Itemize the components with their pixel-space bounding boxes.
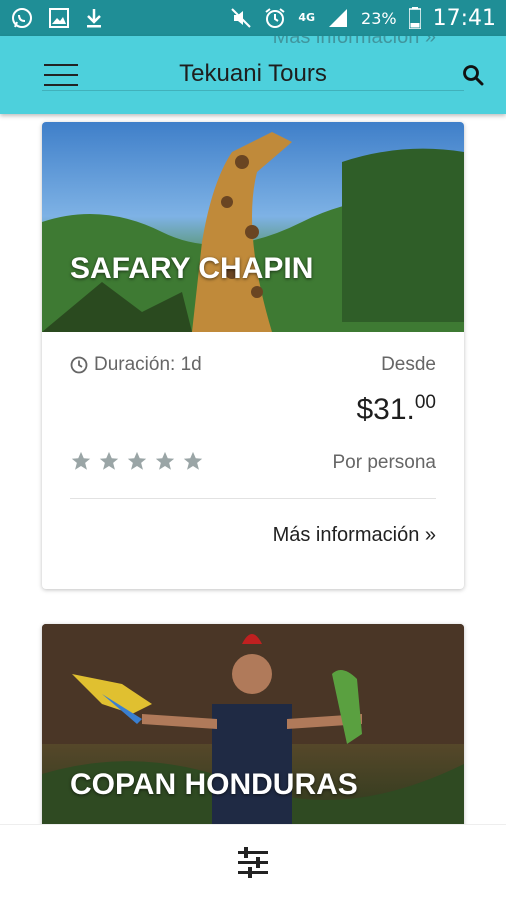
bottom-bar — [0, 824, 506, 901]
tour-name: SAFARY CHAPIN — [70, 252, 314, 285]
battery-icon — [408, 7, 421, 29]
search-icon[interactable] — [462, 64, 484, 86]
star-icon — [155, 451, 175, 470]
per-person-label: Por persona — [332, 452, 436, 473]
signal-icon — [329, 9, 348, 27]
mute-icon — [231, 8, 252, 28]
whatsapp-icon — [12, 8, 32, 28]
status-bar: 4G 23% 17:41 — [0, 0, 506, 36]
tour-image[interactable]: COPAN HONDURAS — [42, 624, 464, 824]
alarm-icon — [265, 8, 285, 28]
filter-sliders-icon[interactable] — [236, 847, 270, 879]
battery-percent: 23% — [361, 8, 397, 28]
duration-label: Duración: 1d — [94, 354, 202, 375]
tour-duration: Duración: 1d — [70, 354, 202, 376]
tour-card[interactable]: COPAN HONDURAS — [42, 624, 464, 824]
tour-card[interactable]: SAFARY CHAPIN Duración: 1d Desde $31.00 — [42, 122, 464, 589]
gallery-icon — [49, 8, 69, 28]
status-left-icons — [10, 0, 104, 36]
download-icon — [87, 9, 101, 28]
clock-icon — [70, 356, 88, 374]
tour-name: COPAN HONDURAS — [70, 768, 358, 801]
star-icon — [183, 451, 203, 470]
page-title: Tekuani Tours — [179, 60, 327, 87]
star-icon — [71, 451, 91, 470]
clock-time: 17:41 — [432, 5, 496, 31]
price-main: $31. — [356, 393, 415, 426]
price-from-label: Desde — [381, 354, 436, 375]
card-divider — [70, 498, 436, 499]
star-icon — [99, 451, 119, 470]
network-type-label: 4G — [298, 11, 316, 24]
more-info-link[interactable]: Más información » — [273, 524, 436, 547]
star-icon — [127, 451, 147, 470]
app-bar: Más información » Tekuani Tours — [0, 36, 506, 114]
tour-list[interactable]: SAFARY CHAPIN Duración: 1d Desde $31.00 — [0, 114, 506, 824]
tour-image[interactable]: SAFARY CHAPIN — [42, 122, 464, 332]
safari-photo — [42, 132, 464, 332]
rating-stars — [70, 450, 204, 472]
ghost-more-info-link: Más información » — [272, 36, 436, 48]
status-right-icons: 4G 23% 17:41 — [230, 0, 496, 36]
price-cents: 00 — [414, 392, 436, 413]
ghost-divider — [42, 90, 464, 91]
tour-price: $31.00 — [356, 392, 436, 427]
